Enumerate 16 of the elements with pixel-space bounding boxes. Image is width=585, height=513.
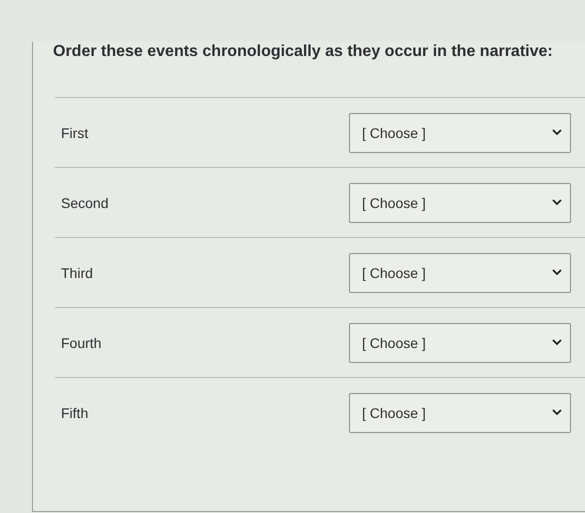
answer-dropdown[interactable]: [ Choose ] [349, 322, 571, 362]
chevron-down-icon [552, 409, 562, 416]
chevron-down-icon [552, 199, 562, 206]
answer-dropdown[interactable]: [ Choose ] [349, 392, 571, 432]
answer-dropdown[interactable]: [ Choose ] [349, 182, 571, 222]
order-label: Fourth [60, 334, 102, 350]
chevron-down-icon [552, 339, 562, 346]
chevron-down-icon [552, 129, 562, 136]
answer-dropdown[interactable]: [ Choose ] [349, 252, 571, 292]
answer-dropdown[interactable]: [ Choose ] [349, 112, 571, 152]
order-label: Third [60, 264, 93, 280]
order-label: Fifth [60, 404, 88, 420]
order-label: First [60, 124, 88, 140]
question-text: Order these events chronologically as they occur in the narrative: [53, 42, 554, 62]
chevron-down-icon [552, 269, 562, 276]
order-label: Second [60, 194, 108, 210]
